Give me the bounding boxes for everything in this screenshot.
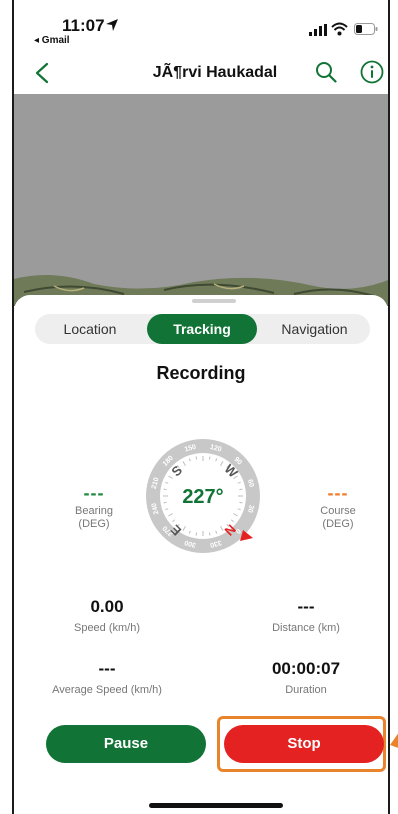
duration-stat: 00:00:07 Duration — [226, 659, 386, 696]
battery-icon — [354, 23, 378, 35]
compass-tick — [239, 488, 243, 491]
compass-tick — [163, 488, 167, 491]
duration-label: Duration — [285, 684, 327, 696]
pause-button[interactable]: Pause — [46, 725, 206, 763]
course-label: Course — [320, 505, 356, 517]
map-view[interactable] — [14, 94, 388, 306]
phone-screen: 11:07 ◂ Gmail JÃ¶rvi Haukadal Location T… — [0, 0, 398, 814]
compass-dial: 0306090120150180210240270300 330 S W E N … — [146, 439, 260, 553]
cellular-signal-icon — [309, 24, 327, 36]
back-to-gmail-link[interactable]: ◂ Gmail — [34, 35, 70, 46]
tracking-sheet: Location Tracking Navigation Recording 0… — [14, 295, 398, 814]
compass-heading: 227° — [182, 486, 223, 508]
sheet-grabber[interactable] — [192, 299, 236, 303]
course-readout: --- Course (DEG) — [306, 483, 370, 531]
speed-value: 0.00 — [90, 597, 124, 616]
tab-tracking[interactable]: Tracking — [147, 314, 257, 344]
average-speed-stat: --- Average Speed (km/h) — [27, 659, 187, 696]
device-edge-right — [388, 0, 390, 814]
compass-tick — [208, 532, 211, 536]
status-time: 11:07 — [62, 16, 105, 35]
bearing-readout: --- Bearing (DEG) — [62, 483, 126, 531]
bearing-unit: (DEG) — [78, 518, 110, 530]
info-icon[interactable] — [360, 60, 384, 84]
compass-tick — [239, 501, 243, 504]
duration-value: 00:00:07 — [271, 659, 341, 678]
location-arrow-icon — [106, 19, 118, 31]
speed-stat: 0.00 Speed (km/h) — [27, 597, 187, 634]
compass-tick — [195, 456, 198, 460]
tab-location[interactable]: Location — [35, 314, 145, 344]
course-unit: (DEG) — [322, 518, 354, 530]
compass-tick — [163, 501, 167, 504]
average-speed-value: --- — [98, 659, 116, 678]
distance-label: Distance (km) — [272, 622, 340, 634]
page-title: JÃ¶rvi Haukadal — [152, 64, 278, 81]
distance-value: --- — [297, 597, 315, 616]
home-indicator[interactable] — [149, 803, 283, 808]
compass-tick — [195, 532, 198, 536]
course-value: --- — [327, 483, 349, 503]
tab-navigation[interactable]: Navigation — [259, 314, 370, 344]
distance-stat: --- Distance (km) — [226, 597, 386, 634]
average-speed-label: Average Speed (km/h) — [52, 684, 162, 696]
pointer-arrow-icon — [390, 733, 398, 748]
mode-segmented-control: Location Tracking Navigation — [35, 314, 370, 344]
chevron-left-icon[interactable] — [34, 62, 50, 84]
bearing-value: --- — [83, 483, 105, 503]
device-edge-left — [12, 0, 14, 814]
bearing-label: Bearing — [75, 505, 113, 517]
search-icon[interactable] — [315, 61, 337, 83]
compass-tick — [208, 456, 211, 460]
wifi-icon — [331, 22, 348, 36]
stop-button[interactable]: Stop — [224, 725, 384, 763]
status-bar: 11:07 ◂ Gmail — [0, 0, 398, 50]
speed-label: Speed (km/h) — [73, 622, 141, 634]
map-terrain — [14, 94, 388, 306]
recording-status: Recording — [156, 363, 246, 383]
